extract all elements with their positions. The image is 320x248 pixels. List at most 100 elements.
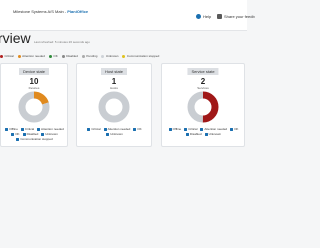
legend-checkbox-item[interactable]: Offline	[5, 127, 18, 131]
status-legend-label: OK	[53, 54, 58, 58]
status-dot-icon	[81, 54, 85, 58]
share-feedback-label: Share your feedb	[224, 14, 255, 19]
service-state-legend: Offline Critical Attention needed OK Disable…	[165, 127, 242, 136]
panel-title: Service state	[187, 68, 219, 75]
top-bar: Milestone Systems A/S Main - PlaniOffice…	[0, 0, 255, 31]
status-legend-label: Attention needed	[22, 54, 45, 58]
legend-checkbox-item[interactable]: Critical	[184, 127, 197, 131]
status-dot-icon	[0, 54, 3, 58]
service-count: 2	[200, 77, 206, 86]
checkbox-checked-icon[interactable]	[168, 127, 172, 131]
checkbox-checked-icon[interactable]	[16, 137, 20, 141]
status-dot-icon	[17, 54, 21, 58]
share-feedback-link[interactable]: Share your feedb	[217, 14, 255, 19]
legend-checkbox-item[interactable]: Attention needed	[103, 127, 131, 131]
host-state-donut[interactable]	[98, 91, 130, 123]
help-label: Help	[203, 14, 212, 19]
service-state-donut[interactable]	[187, 91, 219, 123]
status-legend: Critical Attention needed OK Disabled Pendin…	[0, 52, 247, 60]
legend-checkbox-item[interactable]: Critical	[87, 127, 101, 131]
breadcrumb-app[interactable]: PlaniOffice	[67, 9, 88, 14]
checkbox-checked-icon[interactable]	[41, 132, 45, 136]
legend-checkbox-item[interactable]: Communication stopped	[16, 137, 53, 141]
breadcrumb-org[interactable]: Milestone Systems A/S Main -	[13, 9, 66, 14]
status-legend-item: Critical	[0, 54, 14, 58]
breadcrumb: Milestone Systems A/S Main - PlaniOffice	[13, 9, 88, 14]
service-count-label: Services	[197, 86, 209, 90]
legend-checkbox-item[interactable]: Unknown	[204, 132, 222, 136]
status-legend-label: Disabled	[66, 54, 78, 58]
checkbox-checked-icon[interactable]	[103, 127, 107, 131]
legend-label: Disabled	[26, 132, 39, 136]
legend-label: Attention needed	[204, 127, 228, 131]
legend-checkbox-item[interactable]: OK	[11, 132, 20, 136]
checkbox-checked-icon[interactable]	[11, 132, 15, 136]
status-legend-item: Pending	[81, 54, 98, 58]
panel-title: Host state	[100, 68, 128, 75]
legend-checkbox-item[interactable]: Disabled	[22, 132, 39, 136]
checkbox-checked-icon[interactable]	[106, 132, 110, 136]
legend-checkbox-item[interactable]: OK	[230, 127, 238, 131]
legend-label: Attention needed	[41, 127, 64, 131]
legend-label: Disabled	[189, 132, 202, 136]
checkbox-checked-icon[interactable]	[200, 127, 204, 131]
checkbox-checked-icon[interactable]	[22, 132, 26, 136]
legend-label: Communication stopped	[20, 137, 53, 141]
device-state-donut[interactable]	[18, 91, 50, 123]
legend-checkbox-item[interactable]: Unknown	[106, 132, 123, 136]
legend-label: OK	[137, 127, 142, 131]
status-legend-item: Unknown	[101, 54, 118, 58]
legend-label: Critical	[24, 127, 35, 131]
status-legend-label: Communication stopped	[126, 54, 160, 58]
status-legend-label: Critical	[4, 54, 14, 58]
help-icon	[196, 14, 201, 19]
checkbox-checked-icon[interactable]	[5, 127, 9, 131]
status-legend-label: Pending	[86, 54, 98, 58]
legend-label: OK	[15, 132, 20, 136]
legend-checkbox-item[interactable]: Attention needed	[200, 127, 227, 131]
checkbox-checked-icon[interactable]	[87, 127, 91, 131]
legend-label: Unknown	[45, 132, 58, 136]
legend-checkbox-item[interactable]: Disabled	[185, 132, 202, 136]
legend-label: Offline	[172, 127, 182, 131]
legend-checkbox-item[interactable]: Offline	[168, 127, 182, 131]
legend-label: Critical	[188, 127, 198, 131]
status-legend-item: Disabled	[61, 54, 78, 58]
legend-checkbox-item[interactable]: Unknown	[41, 132, 58, 136]
checkbox-checked-icon[interactable]	[230, 127, 234, 131]
host-count-label: Hosts	[110, 86, 118, 90]
status-dot-icon	[122, 54, 126, 58]
checkbox-checked-icon[interactable]	[133, 127, 137, 131]
host-state-legend: Critical Attention needed OK Unknown	[80, 127, 149, 136]
checkbox-checked-icon[interactable]	[20, 127, 24, 131]
donut-segment[interactable]	[98, 91, 130, 123]
legend-checkbox-item[interactable]: Attention needed	[37, 127, 64, 131]
status-legend-label: Unknown	[105, 54, 119, 58]
legend-label: OK	[234, 127, 239, 131]
checkbox-checked-icon[interactable]	[184, 127, 188, 131]
status-dot-icon	[48, 54, 52, 58]
device-count: 10	[29, 77, 39, 86]
device-state-panel[interactable]: Device state 10 Devices Offline Critical A…	[0, 63, 68, 147]
checkbox-checked-icon[interactable]	[185, 132, 189, 136]
status-legend-item: Communication stopped	[122, 54, 159, 58]
device-count-label: Devices	[28, 86, 40, 90]
status-legend-item: Attention needed	[17, 54, 45, 58]
checkbox-checked-icon[interactable]	[37, 127, 41, 131]
legend-label: Offline	[9, 127, 18, 131]
device-state-legend: Offline Critical Attention needed OK Disable…	[4, 127, 65, 141]
status-dot-icon	[61, 54, 65, 58]
host-state-panel[interactable]: Host state 1 Hosts Critical Attention nee…	[76, 63, 152, 147]
checkbox-checked-icon[interactable]	[204, 132, 208, 136]
last-refreshed: Last refreshed: 5 minutes 26 seconds ago	[34, 40, 90, 44]
help-link[interactable]: Help	[196, 14, 211, 19]
page-title: rview	[0, 30, 31, 46]
legend-label: Attention needed	[107, 127, 131, 131]
feedback-icon	[217, 14, 222, 19]
legend-checkbox-item[interactable]: Critical	[20, 127, 35, 131]
status-legend-item: OK	[48, 54, 58, 58]
service-state-panel[interactable]: Service state 2 Services Offline Critical…	[161, 63, 245, 147]
legend-checkbox-item[interactable]: OK	[133, 127, 142, 131]
legend-label: Critical	[91, 127, 101, 131]
legend-label: Unknown	[208, 132, 222, 136]
